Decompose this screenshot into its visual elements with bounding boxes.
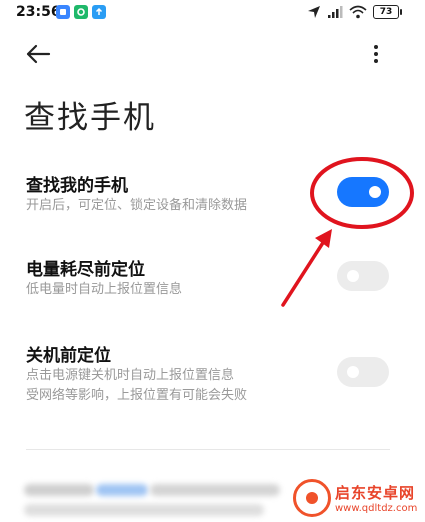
page-title: 查找手机 bbox=[24, 100, 156, 136]
security-app-icon bbox=[74, 5, 88, 19]
watermark-logo-icon bbox=[293, 479, 331, 517]
watermark-text: 启东安卓网 www.qdltdz.com bbox=[335, 482, 417, 514]
setting-description: 开启后，可定位、锁定设备和清除数据 bbox=[26, 198, 248, 213]
divider bbox=[26, 449, 390, 450]
toggle-knob bbox=[369, 186, 381, 198]
setting-description: 低电量时自动上报位置信息 bbox=[26, 282, 183, 297]
wifi-icon bbox=[349, 5, 367, 19]
setting-title: 电量耗尽前定位 bbox=[26, 260, 145, 280]
toggle-knob bbox=[347, 270, 359, 282]
blurred-text bbox=[24, 484, 94, 496]
annotation-arrow-head bbox=[315, 229, 332, 248]
locate-before-battery-dies-toggle[interactable] bbox=[337, 261, 389, 291]
more-options-button[interactable] bbox=[362, 40, 390, 68]
more-vertical-icon bbox=[374, 45, 378, 63]
setting-locate-before-shutdown[interactable]: 关机前定位 点击电源键关机时自动上报位置信息 受网络等影响，上报位置有可能会失败 bbox=[0, 336, 425, 416]
back-button[interactable] bbox=[22, 40, 54, 68]
find-my-phone-toggle[interactable] bbox=[337, 177, 389, 207]
blurred-text bbox=[150, 484, 280, 496]
setting-title: 查找我的手机 bbox=[26, 176, 128, 196]
status-time: 23:56 bbox=[16, 4, 61, 20]
upload-app-icon bbox=[92, 5, 106, 19]
setting-description: 受网络等影响，上报位置有可能会失败 bbox=[26, 388, 248, 403]
toggle-knob bbox=[347, 366, 359, 378]
arrow-left-icon bbox=[26, 44, 51, 64]
watermark: 启东安卓网 www.qdltdz.com bbox=[293, 474, 425, 522]
location-icon bbox=[308, 6, 320, 18]
blurred-text bbox=[24, 504, 264, 516]
setting-description: 点击电源键关机时自动上报位置信息 bbox=[26, 368, 235, 383]
locate-before-shutdown-toggle[interactable] bbox=[337, 357, 389, 387]
status-indicators: 73 bbox=[307, 5, 402, 19]
notification-icons bbox=[56, 5, 106, 19]
battery-indicator: 73 bbox=[373, 5, 402, 19]
setting-locate-before-battery-dies[interactable]: 电量耗尽前定位 低电量时自动上报位置信息 bbox=[0, 250, 425, 306]
app-notification-icon bbox=[56, 5, 70, 19]
watermark-name: 启东安卓网 bbox=[335, 484, 416, 502]
blurred-link bbox=[96, 484, 148, 496]
watermark-url: www.qdltdz.com bbox=[335, 503, 418, 514]
status-bar: 23:56 73 bbox=[0, 0, 425, 26]
setting-find-my-phone[interactable]: 查找我的手机 开启后，可定位、锁定设备和清除数据 bbox=[0, 166, 425, 222]
setting-title: 关机前定位 bbox=[26, 346, 111, 366]
signal-icon bbox=[328, 6, 343, 18]
